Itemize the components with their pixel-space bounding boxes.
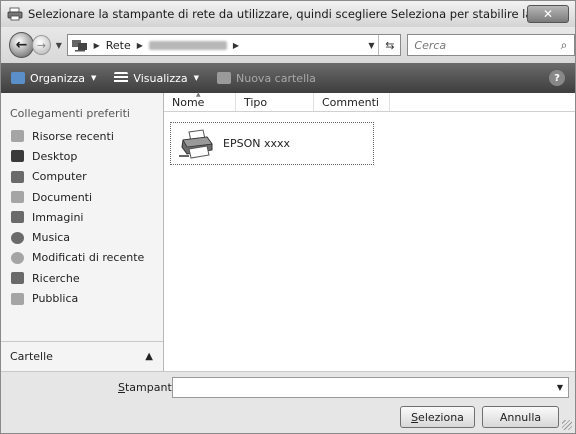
folders-label: Cartelle <box>10 350 53 363</box>
back-button[interactable]: ← <box>9 32 34 58</box>
sort-indicator-icon: ▲ <box>196 91 201 98</box>
printer-label-accesskey: S <box>118 381 125 394</box>
file-name: EPSON xxxx <box>223 137 290 150</box>
sidebar-item-computer[interactable]: Computer <box>1 167 163 187</box>
search-icon[interactable]: ⌕ <box>554 38 574 53</box>
sidebar-item-label: Pubblica <box>32 292 79 306</box>
sidebar-item-label: Ricerche <box>32 271 80 285</box>
list-item[interactable]: EPSON xxxx <box>170 122 374 165</box>
sidebar-item-recent[interactable]: Risorse recenti <box>1 126 163 146</box>
favorite-links-list: Risorse recenti Desktop Computer Documen… <box>1 126 163 309</box>
sidebar-item-label: Documenti <box>32 190 93 204</box>
close-icon: ✕ <box>542 7 554 21</box>
sidebar-item-recently-changed[interactable]: Modificati di recente <box>1 248 163 268</box>
printer-label-text: tampante <box>124 381 179 394</box>
sidebar-item-label: Immagini <box>32 210 84 224</box>
column-header-type[interactable]: Tipo <box>236 93 314 111</box>
column-header-comments[interactable]: Commenti <box>314 93 390 111</box>
recent-items-icon <box>11 130 24 143</box>
column-header-name[interactable]: ▲ Nome <box>164 91 236 111</box>
breadcrumb-computer-redacted[interactable] <box>148 40 227 50</box>
new-folder-label: Nuova cartella <box>236 71 316 85</box>
network-location-icon <box>71 39 88 52</box>
printer-icon <box>179 128 215 160</box>
view-label: Visualizza <box>133 71 188 85</box>
column-type-label: Tipo <box>244 95 268 109</box>
sidebar-item-desktop[interactable]: Desktop <box>1 146 163 166</box>
select-label: eleziona <box>418 410 464 424</box>
chevron-down-icon: ▼ <box>91 74 97 82</box>
breadcrumb-separator-icon[interactable]: ▶ <box>137 41 143 50</box>
organize-button[interactable]: Organizza ▼ <box>11 72 96 85</box>
documents-icon <box>11 191 24 204</box>
search-box[interactable]: Cerca ⌕ <box>407 34 575 56</box>
folders-toggle[interactable]: Cartelle ▲ <box>1 341 163 371</box>
resize-grip-icon[interactable] <box>562 420 572 430</box>
desktop-icon <box>11 150 24 163</box>
select-printer-dialog: Selezionare la stampante di rete da util… <box>0 0 576 434</box>
music-icon <box>11 231 24 244</box>
recent-pages-dropdown[interactable]: ▼ <box>53 41 64 50</box>
sidebar-item-pictures[interactable]: Immagini <box>1 207 163 227</box>
dialog-footer: Stampante ▼ Seleziona Annulla <box>1 371 575 433</box>
refresh-icon[interactable]: ⇆ <box>378 35 400 55</box>
public-icon <box>11 292 24 305</box>
chevron-down-icon: ▼ <box>55 40 62 50</box>
navigation-pane: Collegamenti preferiti Risorse recenti D… <box>1 93 164 371</box>
select-button[interactable]: Seleziona <box>400 406 475 428</box>
view-icon <box>114 72 129 84</box>
new-folder-icon <box>217 72 231 84</box>
sidebar-item-public[interactable]: Pubblica <box>1 288 163 308</box>
chevron-down-icon: ▼ <box>193 74 199 82</box>
computer-icon <box>11 170 24 183</box>
searches-icon <box>11 272 24 285</box>
organize-icon <box>11 72 25 84</box>
window-title: Selezionare la stampante di rete da util… <box>28 7 527 21</box>
back-arrow-icon: ← <box>15 37 28 53</box>
sidebar-item-label: Computer <box>32 170 87 184</box>
select-accesskey: S <box>411 410 419 424</box>
sidebar-item-label: Modificati di recente <box>32 251 145 265</box>
pictures-icon <box>11 211 24 224</box>
sidebar-item-searches[interactable]: Ricerche <box>1 268 163 288</box>
new-folder-button[interactable]: Nuova cartella <box>217 72 316 85</box>
breadcrumb-separator-icon[interactable]: ▶ <box>94 41 100 50</box>
forward-button[interactable]: → <box>31 35 52 55</box>
address-bar[interactable]: ▶ Rete ▶ ▶ ▼ ⇆ <box>66 34 402 56</box>
sidebar-item-label: Risorse recenti <box>32 129 114 143</box>
sidebar-item-label: Musica <box>32 231 71 245</box>
navigation-bar: ← → ▼ ▶ Rete ▶ ▶ ▼ ⇆ Cerca ⌕ <box>1 27 575 63</box>
forward-arrow-icon: → <box>36 38 47 52</box>
chevron-up-icon: ▲ <box>145 351 153 362</box>
printer-field-label: Stampante <box>118 381 179 394</box>
search-input[interactable]: Cerca <box>414 39 554 52</box>
favorite-links-heading: Collegamenti preferiti <box>10 107 130 120</box>
cancel-button[interactable]: Annulla <box>482 406 559 428</box>
breadcrumb-network[interactable]: Rete <box>106 39 131 52</box>
view-button[interactable]: Visualizza ▼ <box>114 72 199 85</box>
file-list-pane: ▲ Nome Tipo Commenti EPSON xxxx <box>164 91 575 371</box>
chevron-down-icon[interactable]: ▼ <box>557 383 563 392</box>
help-icon[interactable]: ? <box>549 70 565 86</box>
organize-label: Organizza <box>30 71 86 85</box>
column-comments-label: Commenti <box>322 95 379 109</box>
address-history-dropdown-icon[interactable]: ▼ <box>364 41 378 50</box>
sidebar-item-music[interactable]: Musica <box>1 227 163 247</box>
close-button[interactable]: ✕ <box>527 5 569 23</box>
sidebar-item-label: Desktop <box>32 149 78 163</box>
column-headers: ▲ Nome Tipo Commenti <box>164 91 575 112</box>
printer-network-icon <box>7 7 23 21</box>
printer-combobox[interactable]: ▼ <box>172 377 569 398</box>
cancel-label: Annulla <box>499 410 542 424</box>
title-bar: Selezionare la stampante di rete da util… <box>1 1 575 27</box>
redacted-text <box>148 40 227 50</box>
recently-changed-icon <box>11 251 24 264</box>
command-toolbar: Organizza ▼ Visualizza ▼ Nuova cartella … <box>1 63 575 93</box>
sidebar-item-documents[interactable]: Documenti <box>1 187 163 207</box>
breadcrumb-separator-icon[interactable]: ▶ <box>233 41 239 50</box>
